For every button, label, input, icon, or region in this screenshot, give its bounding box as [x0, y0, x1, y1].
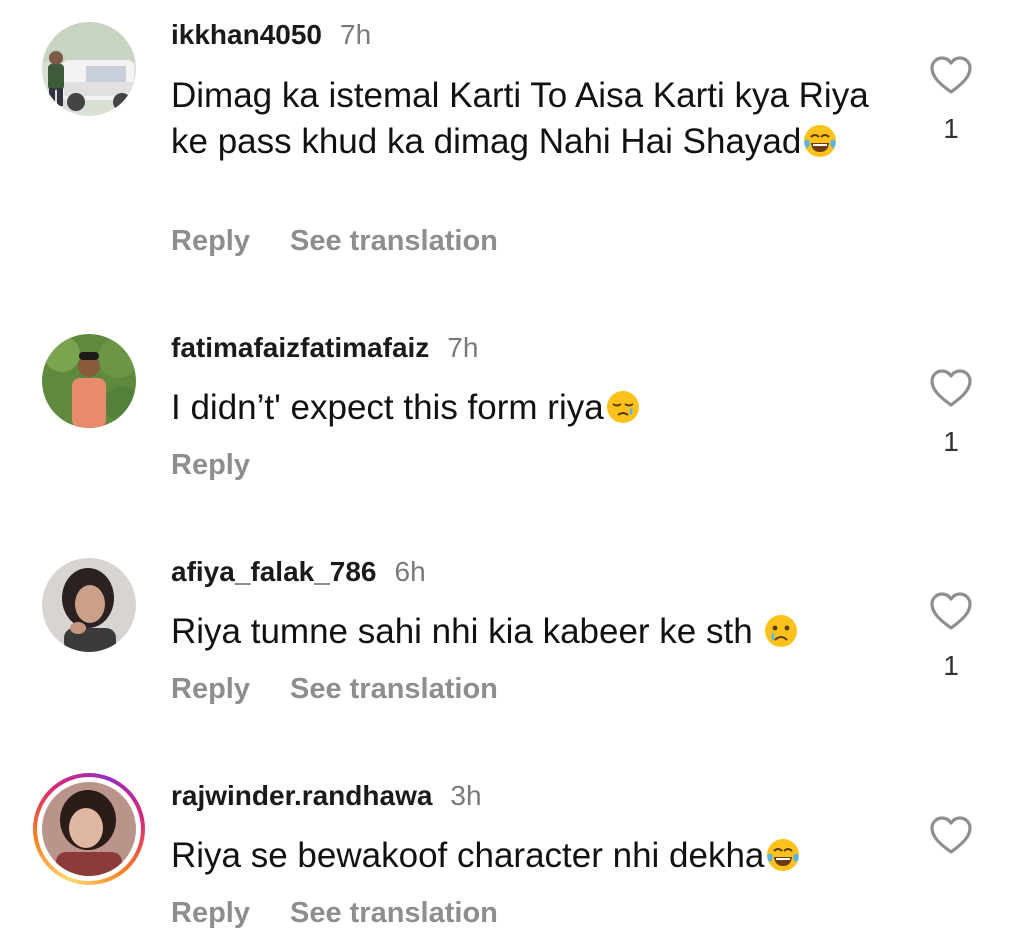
avatar [42, 782, 136, 876]
avatar[interactable] [42, 334, 136, 428]
like-button[interactable] [928, 814, 974, 856]
comment-actions: Reply [171, 448, 250, 482]
comment-text: I didn’t' expect this form riya [171, 385, 891, 431]
comment-text-content: Dimag ka istemal Karti To Aisa Karti kya… [171, 76, 869, 161]
username[interactable]: afiya_falak_786 [171, 556, 377, 587]
comment-header: afiya_falak_786 6h [171, 555, 426, 589]
like-button[interactable] [928, 367, 974, 409]
face-with-tears-of-joy-emoji [767, 839, 800, 871]
avatar-photo [42, 782, 136, 876]
crying-face-emoji [765, 615, 798, 647]
comment-actions: Reply See translation [171, 672, 498, 706]
comment-time: 7h [447, 332, 479, 363]
avatar-with-story-ring[interactable] [33, 773, 145, 885]
comment-text-content: Riya se bewakoof character nhi dekha [171, 836, 765, 875]
comment-header: ikkhan4050 7h [171, 18, 371, 52]
avatar[interactable] [42, 22, 136, 116]
username[interactable]: ikkhan4050 [171, 19, 322, 50]
like-count: 1 [943, 426, 959, 457]
heart-outline-icon [930, 816, 972, 854]
comment-text: Riya tumne sahi nhi kia kabeer ke sth [171, 609, 891, 655]
face-with-tears-of-joy-emoji [804, 125, 837, 157]
avatar-photo [42, 334, 136, 428]
heart-outline-icon [930, 369, 972, 407]
comment-header: fatimafaizfatimafaiz 7h [171, 331, 478, 365]
reply-button[interactable]: Reply [171, 673, 250, 705]
like-count: 1 [943, 650, 959, 681]
username[interactable]: fatimafaizfatimafaiz [171, 332, 429, 363]
comment-text: Dimag ka istemal Karti To Aisa Karti kya… [171, 73, 891, 165]
like-count: 1 [943, 113, 959, 144]
reply-button[interactable]: Reply [171, 225, 250, 257]
see-translation-button[interactable]: See translation [290, 225, 498, 257]
sleepy-face-emoji [606, 391, 639, 423]
see-translation-button[interactable]: See translation [290, 673, 498, 705]
username[interactable]: rajwinder.randhawa [171, 780, 432, 811]
comment-actions: Reply See translation [171, 896, 498, 930]
heart-outline-icon [930, 592, 972, 630]
avatar-photo [42, 558, 136, 652]
comment-text: Riya se bewakoof character nhi dekha [171, 833, 891, 879]
like-button[interactable] [928, 590, 974, 632]
reply-button[interactable]: Reply [171, 449, 250, 481]
heart-outline-icon [930, 56, 972, 94]
comment-time: 3h [450, 780, 482, 811]
comment-time: 7h [340, 19, 372, 50]
avatar[interactable] [42, 558, 136, 652]
comment-actions: Reply See translation [171, 224, 498, 258]
reply-button[interactable]: Reply [171, 897, 250, 929]
see-translation-button[interactable]: See translation [290, 897, 498, 929]
comment-time: 6h [394, 556, 426, 587]
avatar-photo [42, 22, 136, 116]
comment-header: rajwinder.randhawa 3h [171, 779, 482, 813]
comment-text-content: I didn’t' expect this form riya [171, 388, 604, 427]
comment-text-content: Riya tumne sahi nhi kia kabeer ke sth [171, 612, 763, 651]
like-button[interactable] [928, 54, 974, 96]
